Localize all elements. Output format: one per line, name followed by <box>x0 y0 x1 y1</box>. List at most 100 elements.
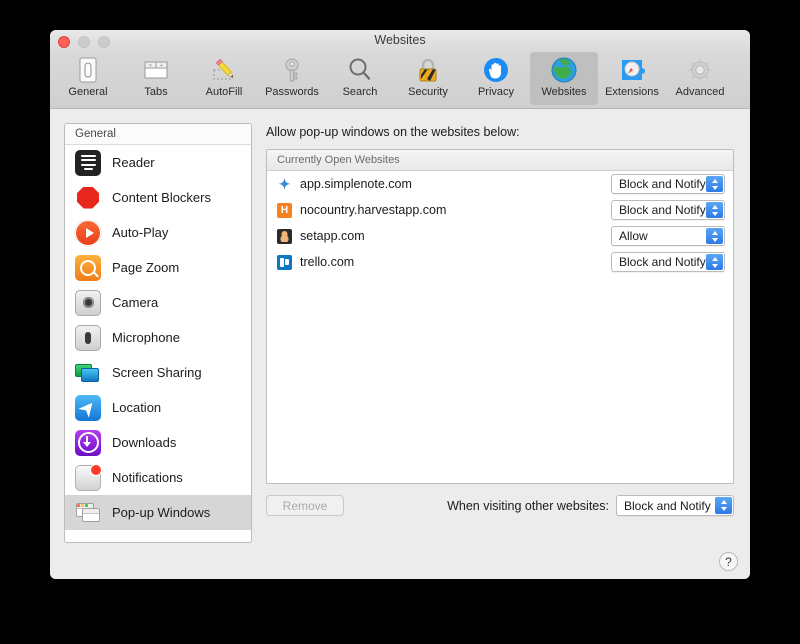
default-permission-select[interactable]: Block and Notify <box>616 495 734 516</box>
websites-icon <box>548 55 580 85</box>
security-icon <box>412 55 444 85</box>
table-row[interactable]: trello.com Block and Notify <box>267 249 733 275</box>
tab-security[interactable]: Security <box>394 52 462 105</box>
websites-table: Currently Open Websites ✦ app.simplenote… <box>266 149 734 484</box>
site-name: nocountry.harvestapp.com <box>300 203 603 217</box>
trello-favicon <box>277 255 292 270</box>
title-bar: Websites <box>50 30 750 52</box>
sidebar-item-screen-sharing[interactable]: Screen Sharing <box>65 355 251 390</box>
setapp-favicon <box>277 229 292 244</box>
table-section-header: Currently Open Websites <box>267 150 733 171</box>
tab-extensions[interactable]: Extensions <box>598 52 666 105</box>
svg-text:×: × <box>149 63 152 69</box>
chevron-updown-icon <box>706 254 723 270</box>
settings-sidebar: General Reader Content Blockers Auto-Pla… <box>64 123 252 543</box>
search-icon <box>344 55 376 85</box>
sidebar-item-label: Pop-up Windows <box>112 505 210 520</box>
screen-sharing-icon <box>75 360 101 386</box>
advanced-icon <box>684 55 716 85</box>
chevron-updown-icon <box>706 176 723 192</box>
site-permission-value: Block and Notify <box>619 177 706 191</box>
panel-description: Allow pop-up windows on the websites bel… <box>266 125 734 139</box>
tab-general[interactable]: General <box>54 52 122 105</box>
sidebar-item-reader[interactable]: Reader <box>65 145 251 180</box>
site-permission-select[interactable]: Block and Notify <box>611 174 725 194</box>
chevron-updown-icon <box>706 202 723 218</box>
sidebar-item-microphone[interactable]: Microphone <box>65 320 251 355</box>
sidebar-item-label: Camera <box>112 295 158 310</box>
sidebar-list: Reader Content Blockers Auto-Play Page Z… <box>65 145 251 542</box>
simplenote-favicon: ✦ <box>277 177 292 192</box>
table-row[interactable]: H nocountry.harvestapp.com Block and Not… <box>267 197 733 223</box>
site-permission-value: Allow <box>619 229 648 243</box>
sidebar-item-notifications[interactable]: Notifications <box>65 460 251 495</box>
tab-security-label: Security <box>408 86 448 98</box>
location-icon <box>75 395 101 421</box>
panel-footer: Remove When visiting other websites: Blo… <box>266 495 734 516</box>
microphone-icon <box>75 325 101 351</box>
default-setting-label: When visiting other websites: <box>447 499 609 513</box>
remove-button[interactable]: Remove <box>266 495 344 516</box>
sidebar-item-label: Screen Sharing <box>112 365 202 380</box>
page-zoom-icon <box>75 255 101 281</box>
chevron-updown-icon <box>715 497 732 514</box>
harvest-favicon: H <box>277 203 292 218</box>
sidebar-item-pop-up-windows[interactable]: Pop-up Windows <box>65 495 251 530</box>
sidebar-item-label: Page Zoom <box>112 260 179 275</box>
site-permission-select[interactable]: Allow <box>611 226 725 246</box>
tab-search[interactable]: Search <box>326 52 394 105</box>
auto-play-icon <box>75 220 101 246</box>
sidebar-item-location[interactable]: Location <box>65 390 251 425</box>
site-name: trello.com <box>300 255 603 269</box>
tab-passwords[interactable]: Passwords <box>258 52 326 105</box>
sidebar-item-label: Auto-Play <box>112 225 168 240</box>
tab-websites[interactable]: Websites <box>530 52 598 105</box>
tab-autofill[interactable]: AutoFill <box>190 52 258 105</box>
sidebar-item-camera[interactable]: Camera <box>65 285 251 320</box>
tab-tabs-label: Tabs <box>144 86 167 98</box>
tab-privacy[interactable]: Privacy <box>462 52 530 105</box>
tabs-icon: × + <box>140 55 172 85</box>
extensions-icon <box>616 55 648 85</box>
tab-extensions-label: Extensions <box>605 86 659 98</box>
site-name: app.simplenote.com <box>300 177 603 191</box>
tab-general-label: General <box>68 86 107 98</box>
window-title: Websites <box>50 33 750 47</box>
tab-autofill-label: AutoFill <box>206 86 243 98</box>
downloads-icon <box>75 430 101 456</box>
site-name: setapp.com <box>300 229 603 243</box>
sidebar-item-content-blockers[interactable]: Content Blockers <box>65 180 251 215</box>
sidebar-item-label: Notifications <box>112 470 183 485</box>
site-permission-select[interactable]: Block and Notify <box>611 252 725 272</box>
tab-search-label: Search <box>343 86 378 98</box>
preferences-window: Websites General × + <box>50 30 750 579</box>
notifications-icon <box>75 465 101 491</box>
tab-tabs[interactable]: × + Tabs <box>122 52 190 105</box>
tab-passwords-label: Passwords <box>265 86 319 98</box>
default-setting-group: When visiting other websites: Block and … <box>447 495 734 516</box>
pop-up-windows-icon <box>75 500 101 526</box>
preferences-toolbar: General × + Tabs <box>50 52 750 109</box>
general-icon <box>72 55 104 85</box>
site-permission-value: Block and Notify <box>619 255 706 269</box>
main-panel: Allow pop-up windows on the websites bel… <box>266 123 734 569</box>
site-permission-value: Block and Notify <box>619 203 706 217</box>
sidebar-item-downloads[interactable]: Downloads <box>65 425 251 460</box>
sidebar-header: General <box>65 124 251 145</box>
privacy-icon <box>480 55 512 85</box>
default-permission-value: Block and Notify <box>624 499 711 513</box>
sidebar-item-auto-play[interactable]: Auto-Play <box>65 215 251 250</box>
preferences-body: General Reader Content Blockers Auto-Pla… <box>50 109 750 579</box>
sidebar-item-page-zoom[interactable]: Page Zoom <box>65 250 251 285</box>
site-permission-select[interactable]: Block and Notify <box>611 200 725 220</box>
sidebar-item-label: Location <box>112 400 161 415</box>
table-row[interactable]: setapp.com Allow <box>267 223 733 249</box>
tab-advanced-label: Advanced <box>676 86 725 98</box>
sidebar-item-label: Downloads <box>112 435 176 450</box>
table-row[interactable]: ✦ app.simplenote.com Block and Notify <box>267 171 733 197</box>
help-button[interactable]: ? <box>719 552 738 571</box>
sidebar-item-label: Reader <box>112 155 155 170</box>
passwords-icon <box>276 55 308 85</box>
tab-advanced[interactable]: Advanced <box>666 52 734 105</box>
tab-privacy-label: Privacy <box>478 86 514 98</box>
